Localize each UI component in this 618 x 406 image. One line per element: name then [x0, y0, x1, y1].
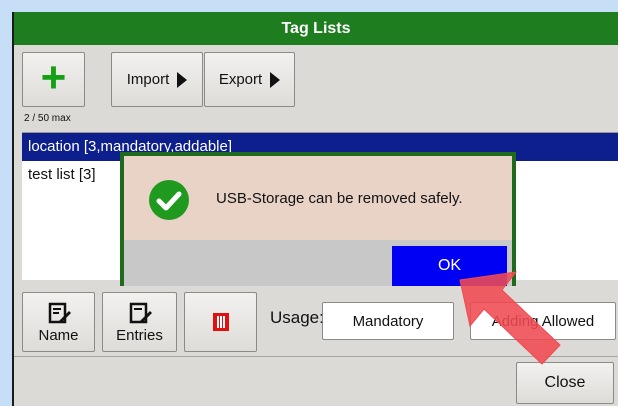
triangle-right-icon: [270, 71, 281, 88]
ok-button[interactable]: OK: [392, 246, 507, 286]
plus-icon: +: [40, 52, 67, 102]
bottom-toolbar: Name Entries Usage: Mandatory Adding All…: [22, 280, 618, 356]
trash-icon: [212, 313, 229, 331]
delete-button[interactable]: [184, 292, 257, 352]
window-title: Tag Lists: [14, 12, 618, 45]
export-label: Export: [218, 71, 263, 88]
checkmark-circle-icon: [149, 180, 189, 220]
name-label: Name: [38, 326, 79, 344]
import-button[interactable]: Import: [111, 52, 203, 107]
divider: [14, 356, 618, 357]
close-button[interactable]: Close: [516, 362, 614, 404]
entries-label: Entries: [116, 326, 163, 344]
triangle-right-icon: [177, 71, 188, 88]
entries-button[interactable]: Entries: [102, 292, 177, 352]
dialog-message: USB-Storage can be removed safely.: [216, 190, 463, 207]
rename-button[interactable]: Name: [22, 292, 95, 352]
export-button[interactable]: Export: [204, 52, 295, 107]
edit-note-icon: [48, 302, 71, 323]
list-count: 2 / 50 max: [24, 113, 71, 124]
usage-label: Usage:: [270, 308, 324, 327]
adding-allowed-button[interactable]: Adding Allowed: [470, 302, 616, 340]
add-list-button[interactable]: +: [22, 52, 85, 107]
import-label: Import: [126, 71, 170, 88]
usb-removal-dialog: USB-Storage can be removed safely. OK: [120, 152, 516, 286]
usage-mandatory-button[interactable]: Mandatory: [322, 302, 454, 340]
edit-entries-icon: [129, 302, 152, 323]
